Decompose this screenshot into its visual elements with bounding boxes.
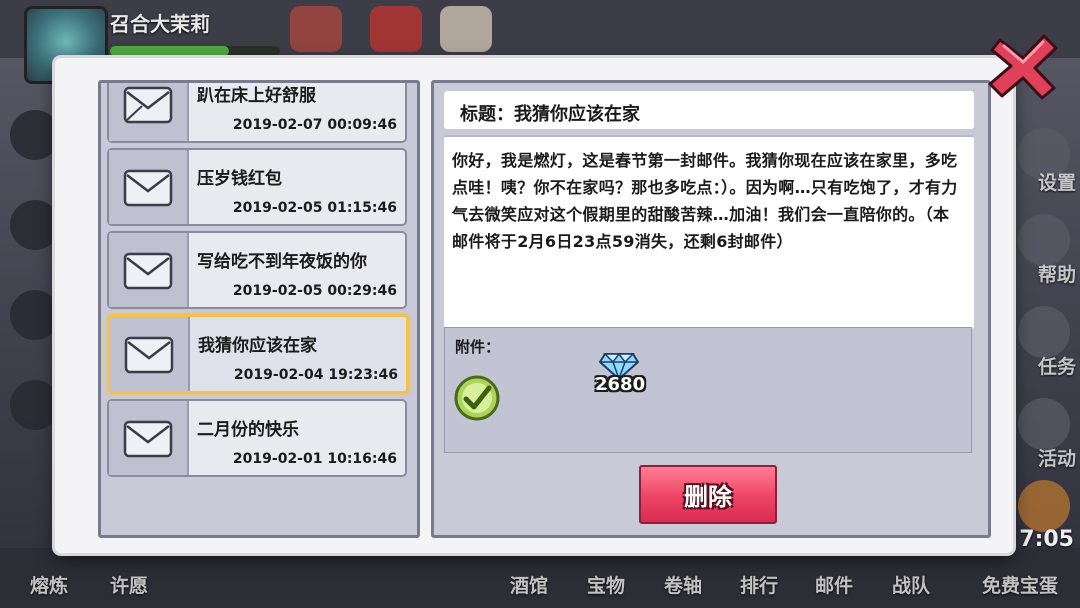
red-envelope-icon[interactable] [370,6,422,52]
envelope-icon [109,401,189,475]
nav-smelt[interactable]: 熔炼 [30,571,68,598]
nav-treasure[interactable]: 宝物 [587,571,625,598]
nav-mail[interactable]: 邮件 [815,571,853,598]
mail-title: 我猜你应该在家 [198,336,317,356]
envelope-icon [109,150,189,224]
level-bar [110,46,280,56]
help-question-icon[interactable] [1018,214,1070,266]
left-deco-4 [10,380,60,430]
mail-detail-panel: 标题：我猜你应该在家 你好，我是燃灯，这是春节第一封邮件。我猜你现在应该在家里，… [431,80,991,538]
player-name: 召合大茉莉 [110,12,210,36]
mail-title: 二月份的快乐 [197,420,299,440]
subject-bar: 标题：我猜你应该在家 [444,91,974,129]
mail-title: 压岁钱红包 [197,169,282,189]
activity-icon[interactable] [1018,398,1070,450]
event-icon[interactable] [290,6,342,52]
mail-title: 写给吃不到年夜饭的你 [197,252,367,272]
mail-modal: 趴在床上好舒服 2019-02-07 00:09:46 压岁钱红包 2019-0… [55,58,1013,553]
sidebar-tasks[interactable]: 任务 [1038,352,1076,379]
check-icon [453,374,501,426]
mail-date: 2019-02-01 10:16:46 [232,451,397,467]
left-deco-1 [10,110,60,160]
mail-body: 你好，我是燃灯，这是春节第一封邮件。我猜你现在应该在家里，多吃点哇！咦？你不在家… [452,151,958,251]
mail-date: 2019-02-05 00:29:46 [232,283,397,299]
mail-date: 2019-02-04 19:23:46 [233,367,398,383]
task-scroll-icon[interactable] [1018,306,1070,358]
mail-item[interactable]: 压岁钱红包 2019-02-05 01:15:46 [107,148,407,226]
mail-item[interactable]: 二月份的快乐 2019-02-01 10:16:46 [107,399,407,477]
mail-date: 2019-02-07 00:09:46 [232,117,397,133]
attachment-box: 附件： 2680 [444,327,972,453]
sidebar-settings[interactable]: 设置 [1038,168,1076,195]
mail-item-selected[interactable]: 我猜你应该在家 2019-02-04 19:23:46 [107,314,409,394]
free-egg-icon[interactable] [1018,480,1070,532]
mail-subject: 标题：我猜你应该在家 [460,104,640,125]
nav-tavern[interactable]: 酒馆 [510,571,548,598]
sidebar-activity[interactable]: 活动 [1038,444,1076,471]
close-icon[interactable] [986,32,1060,100]
envelope-icon [110,317,190,391]
nav-free-egg[interactable]: 免费宝蛋 [982,571,1058,598]
envelope-icon [109,83,189,141]
nav-scroll[interactable]: 卷轴 [664,571,702,598]
mail-list-panel[interactable]: 趴在床上好舒服 2019-02-07 00:09:46 压岁钱红包 2019-0… [98,80,420,538]
mail-body-box: 你好，我是燃灯，这是春节第一封邮件。我猜你现在应该在家里，多吃点哇！咦？你不在家… [444,135,974,329]
nav-team[interactable]: 战队 [892,571,930,598]
nav-ranking[interactable]: 排行 [740,571,778,598]
gift-card-icon[interactable] [440,6,492,52]
mail-list: 趴在床上好舒服 2019-02-07 00:09:46 压岁钱红包 2019-0… [107,83,409,482]
left-deco-3 [10,290,60,340]
mail-date: 2019-02-05 01:15:46 [232,200,397,216]
mail-item[interactable]: 写给吃不到年夜饭的你 2019-02-05 00:29:46 [107,231,407,309]
envelope-icon [109,233,189,307]
left-deco-2 [10,200,60,250]
mail-title: 趴在床上好舒服 [197,86,316,106]
delete-button[interactable]: 删除 [639,465,777,524]
attachment-label: 附件： [455,338,501,356]
mail-item[interactable]: 趴在床上好舒服 2019-02-07 00:09:46 [107,83,407,143]
sidebar-help[interactable]: 帮助 [1038,260,1076,287]
nav-wish[interactable]: 许愿 [110,571,148,598]
delete-button-label: 删除 [684,483,732,511]
gem-count: 2680 [595,374,646,395]
